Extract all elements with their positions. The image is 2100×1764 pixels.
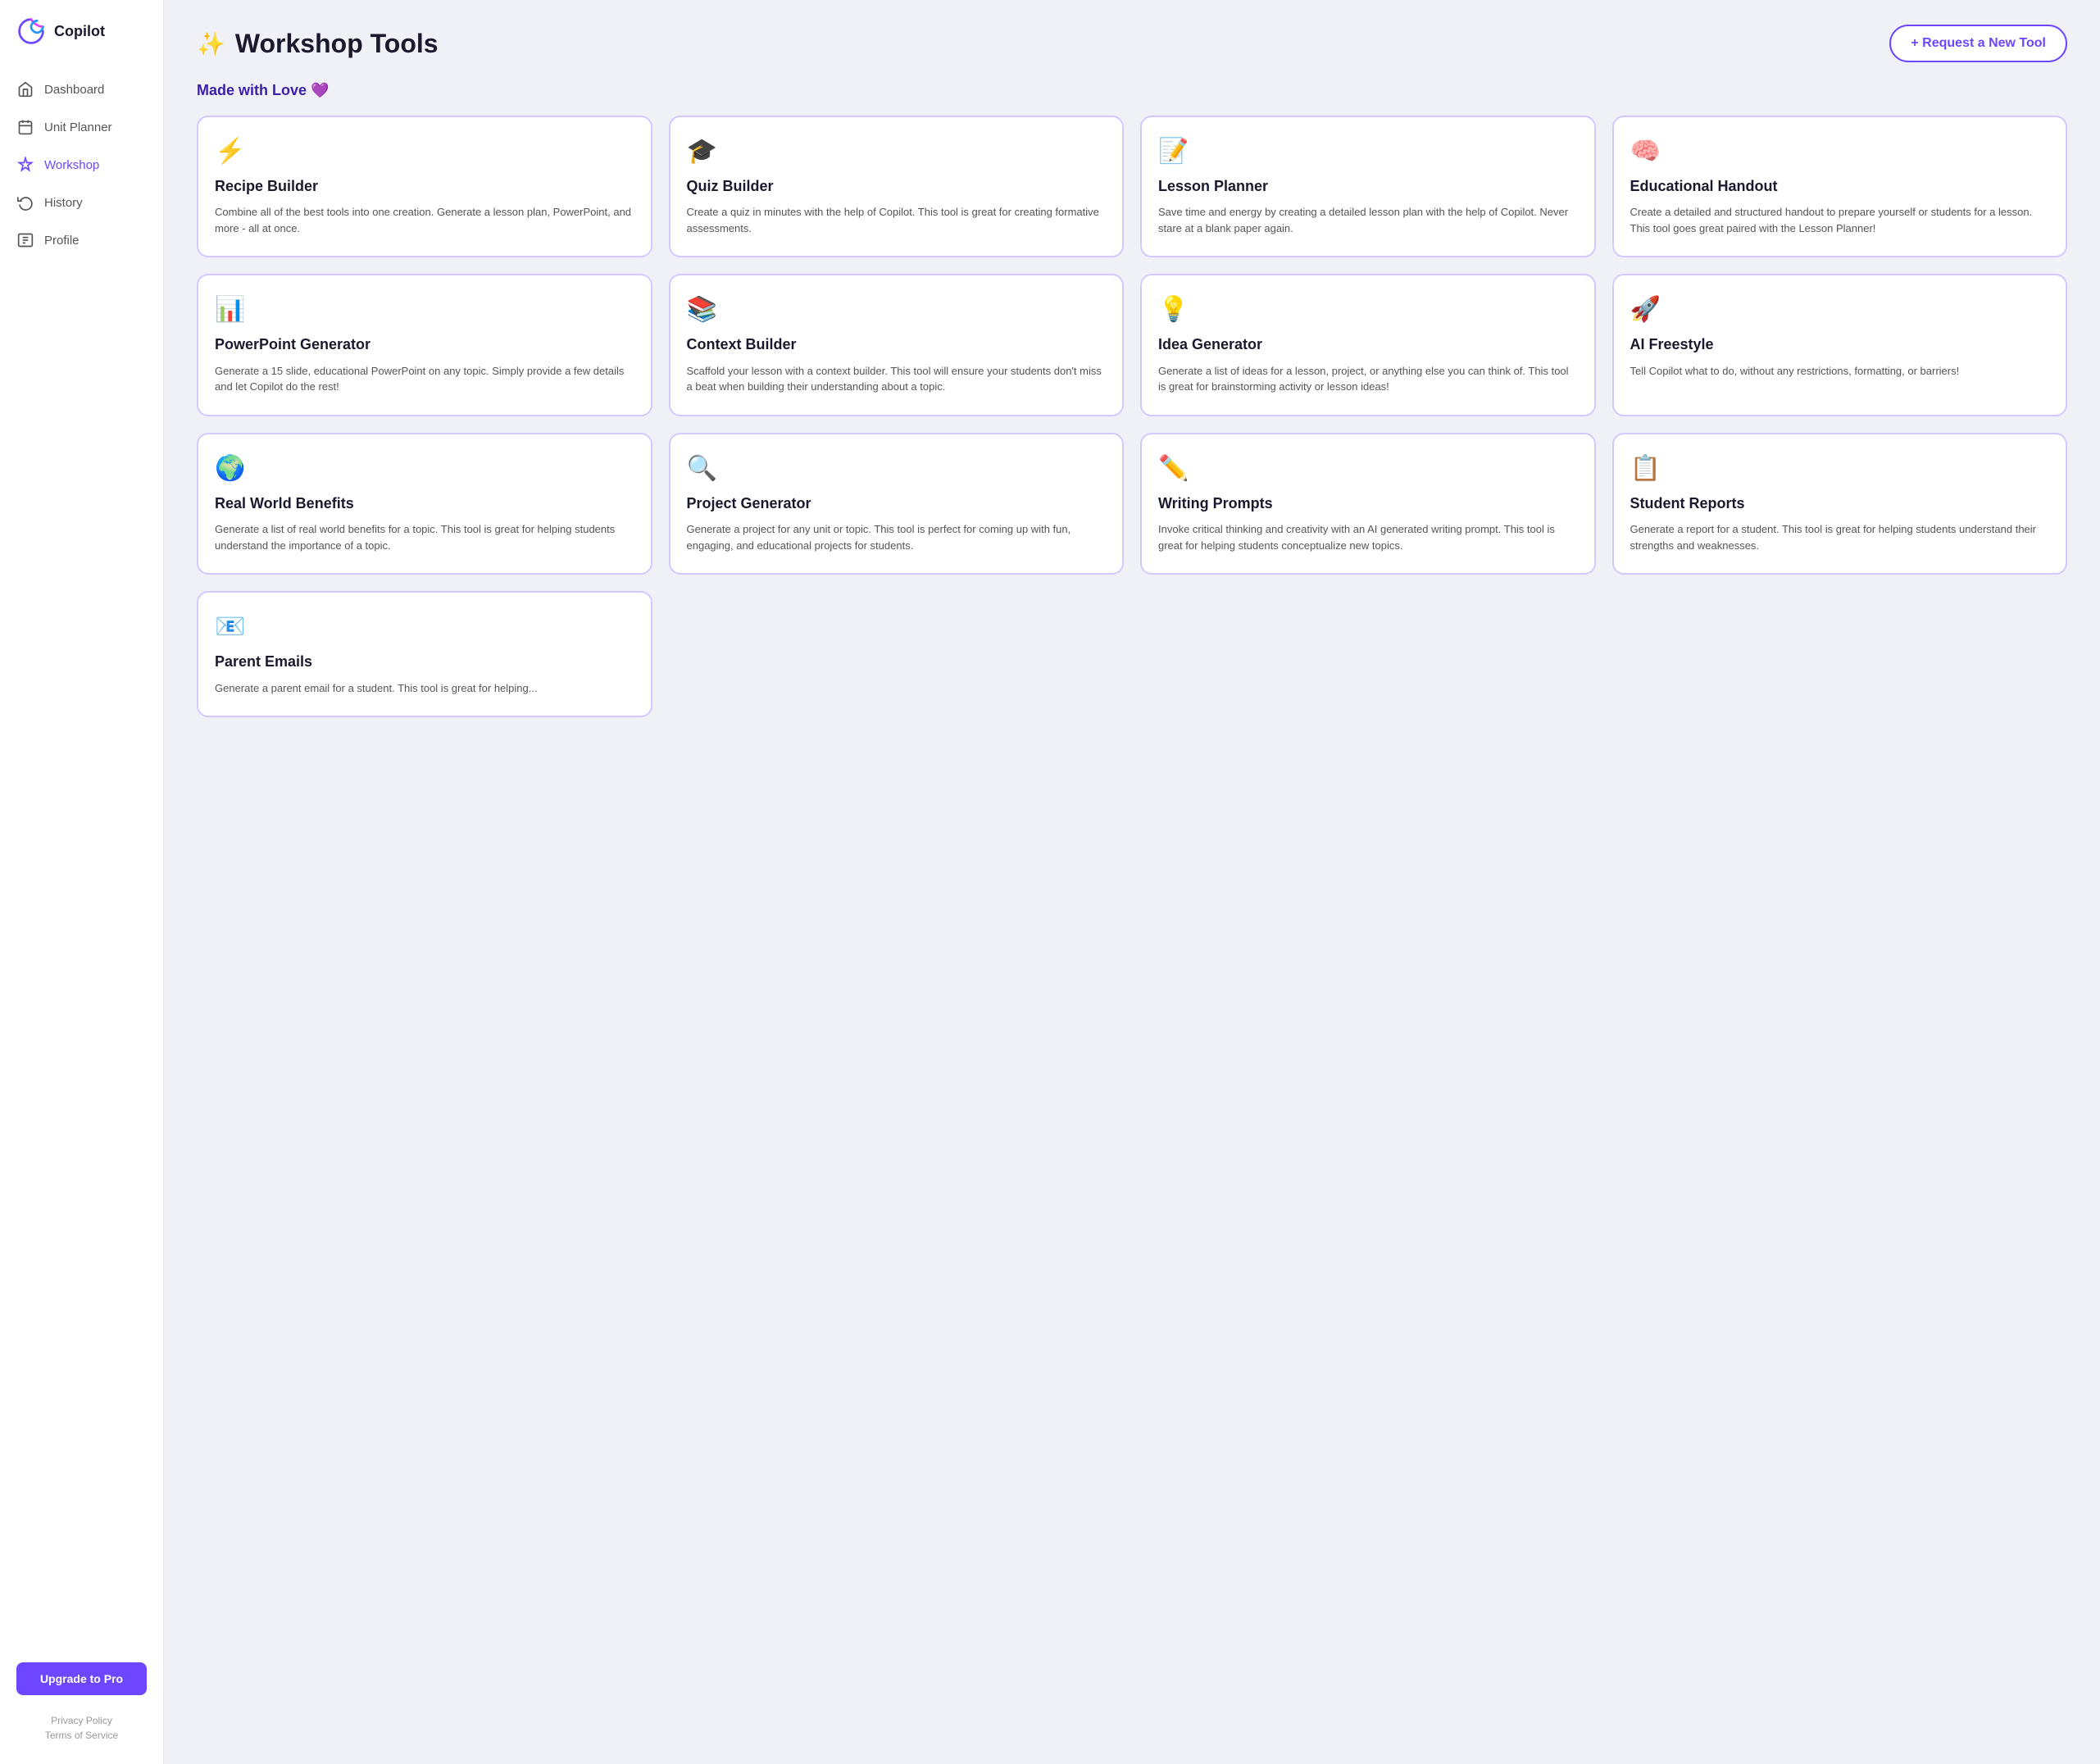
tool-desc-writing-prompts: Invoke critical thinking and creativity … xyxy=(1158,521,1578,553)
tool-name-educational-handout: Educational Handout xyxy=(1630,177,2050,196)
tool-icon-real-world-benefits: 🌍 xyxy=(215,454,634,483)
tool-name-real-world-benefits: Real World Benefits xyxy=(215,494,634,513)
tool-card-lesson-planner[interactable]: 📝 Lesson Planner Save time and energy by… xyxy=(1140,116,1596,257)
tool-icon-student-reports: 📋 xyxy=(1630,454,2050,483)
sidebar-item-history-label: History xyxy=(44,196,83,210)
sidebar-item-history[interactable]: History xyxy=(0,184,163,221)
tool-desc-ai-freestyle: Tell Copilot what to do, without any res… xyxy=(1630,363,2050,380)
tool-name-ai-freestyle: AI Freestyle xyxy=(1630,335,2050,354)
profile-icon xyxy=(16,231,34,249)
sidebar-item-dashboard-label: Dashboard xyxy=(44,83,104,97)
tool-card-ai-freestyle[interactable]: 🚀 AI Freestyle Tell Copilot what to do, … xyxy=(1612,274,2068,416)
logo-icon xyxy=(16,16,46,46)
sidebar-item-workshop-label: Workshop xyxy=(44,158,99,172)
tool-card-quiz-builder[interactable]: 🎓 Quiz Builder Create a quiz in minutes … xyxy=(669,116,1125,257)
terms-of-service-link[interactable]: Terms of Service xyxy=(45,1730,118,1741)
tool-icon-lesson-planner: 📝 xyxy=(1158,137,1578,166)
tool-icon-ai-freestyle: 🚀 xyxy=(1630,295,2050,324)
tool-desc-student-reports: Generate a report for a student. This to… xyxy=(1630,521,2050,553)
tool-card-powerpoint-generator[interactable]: 📊 PowerPoint Generator Generate a 15 sli… xyxy=(197,274,652,416)
tool-name-parent-emails: Parent Emails xyxy=(215,652,634,671)
tool-name-powerpoint-generator: PowerPoint Generator xyxy=(215,335,634,354)
privacy-policy-link[interactable]: Privacy Policy xyxy=(51,1715,112,1726)
tool-card-writing-prompts[interactable]: ✏️ Writing Prompts Invoke critical think… xyxy=(1140,433,1596,575)
tool-desc-project-generator: Generate a project for any unit or topic… xyxy=(687,521,1107,553)
sidebar-item-dashboard[interactable]: Dashboard xyxy=(0,70,163,108)
tool-card-recipe-builder[interactable]: ⚡ Recipe Builder Combine all of the best… xyxy=(197,116,652,257)
tool-icon-context-builder: 📚 xyxy=(687,295,1107,324)
app-name: Copilot xyxy=(54,23,105,40)
sidebar-item-unit-planner[interactable]: Unit Planner xyxy=(0,108,163,146)
page-title: Workshop Tools xyxy=(235,29,439,59)
tool-card-context-builder[interactable]: 📚 Context Builder Scaffold your lesson w… xyxy=(669,274,1125,416)
tool-icon-writing-prompts: ✏️ xyxy=(1158,454,1578,483)
tool-card-parent-emails[interactable]: 📧 Parent Emails Generate a parent email … xyxy=(197,591,652,717)
tool-icon-parent-emails: 📧 xyxy=(215,612,634,641)
tool-card-project-generator[interactable]: 🔍 Project Generator Generate a project f… xyxy=(669,433,1125,575)
tool-icon-recipe-builder: ⚡ xyxy=(215,137,634,166)
sidebar-footer: Privacy Policy Terms of Service xyxy=(0,1708,163,1748)
tool-desc-parent-emails: Generate a parent email for a student. T… xyxy=(215,680,634,697)
home-icon xyxy=(16,80,34,98)
sidebar-nav: Dashboard Unit Planner Workshop History … xyxy=(0,70,163,259)
main-content: ✨ Workshop Tools + Request a New Tool Ma… xyxy=(164,0,2100,1764)
tool-desc-idea-generator: Generate a list of ideas for a lesson, p… xyxy=(1158,363,1578,395)
tools-grid: ⚡ Recipe Builder Combine all of the best… xyxy=(197,116,2067,717)
tool-icon-powerpoint-generator: 📊 xyxy=(215,295,634,324)
sidebar-item-profile[interactable]: Profile xyxy=(0,221,163,259)
request-new-tool-button[interactable]: + Request a New Tool xyxy=(1889,25,2067,62)
tool-card-educational-handout[interactable]: 🧠 Educational Handout Create a detailed … xyxy=(1612,116,2068,257)
tool-card-student-reports[interactable]: 📋 Student Reports Generate a report for … xyxy=(1612,433,2068,575)
page-header: ✨ Workshop Tools + Request a New Tool xyxy=(197,25,2067,62)
sparkles-icon xyxy=(16,156,34,174)
tool-desc-quiz-builder: Create a quiz in minutes with the help o… xyxy=(687,204,1107,236)
tool-icon-project-generator: 🔍 xyxy=(687,454,1107,483)
tool-desc-powerpoint-generator: Generate a 15 slide, educational PowerPo… xyxy=(215,363,634,395)
tool-desc-recipe-builder: Combine all of the best tools into one c… xyxy=(215,204,634,236)
tool-desc-real-world-benefits: Generate a list of real world benefits f… xyxy=(215,521,634,553)
upgrade-button[interactable]: Upgrade to Pro xyxy=(16,1662,147,1695)
tool-name-writing-prompts: Writing Prompts xyxy=(1158,494,1578,513)
logo-area: Copilot xyxy=(0,16,163,70)
history-icon xyxy=(16,193,34,211)
tool-desc-educational-handout: Create a detailed and structured handout… xyxy=(1630,204,2050,236)
sidebar-item-unit-planner-label: Unit Planner xyxy=(44,120,112,134)
tool-icon-quiz-builder: 🎓 xyxy=(687,137,1107,166)
tool-name-idea-generator: Idea Generator xyxy=(1158,335,1578,354)
tool-name-lesson-planner: Lesson Planner xyxy=(1158,177,1578,196)
calendar-icon xyxy=(16,118,34,136)
tool-desc-lesson-planner: Save time and energy by creating a detai… xyxy=(1158,204,1578,236)
tool-name-context-builder: Context Builder xyxy=(687,335,1107,354)
tool-name-project-generator: Project Generator xyxy=(687,494,1107,513)
section-label: Made with Love 💜 xyxy=(197,82,2067,99)
workshop-tools-icon: ✨ xyxy=(197,30,225,57)
tool-card-idea-generator[interactable]: 💡 Idea Generator Generate a list of idea… xyxy=(1140,274,1596,416)
page-title-area: ✨ Workshop Tools xyxy=(197,29,439,59)
tool-desc-context-builder: Scaffold your lesson with a context buil… xyxy=(687,363,1107,395)
tool-name-quiz-builder: Quiz Builder xyxy=(687,177,1107,196)
sidebar-item-workshop[interactable]: Workshop xyxy=(0,146,163,184)
tool-icon-idea-generator: 💡 xyxy=(1158,295,1578,324)
tool-icon-educational-handout: 🧠 xyxy=(1630,137,2050,166)
tool-name-student-reports: Student Reports xyxy=(1630,494,2050,513)
sidebar-item-profile-label: Profile xyxy=(44,234,80,248)
sidebar: Copilot Dashboard Unit Planner Workshop … xyxy=(0,0,164,1764)
tool-card-real-world-benefits[interactable]: 🌍 Real World Benefits Generate a list of… xyxy=(197,433,652,575)
tool-name-recipe-builder: Recipe Builder xyxy=(215,177,634,196)
